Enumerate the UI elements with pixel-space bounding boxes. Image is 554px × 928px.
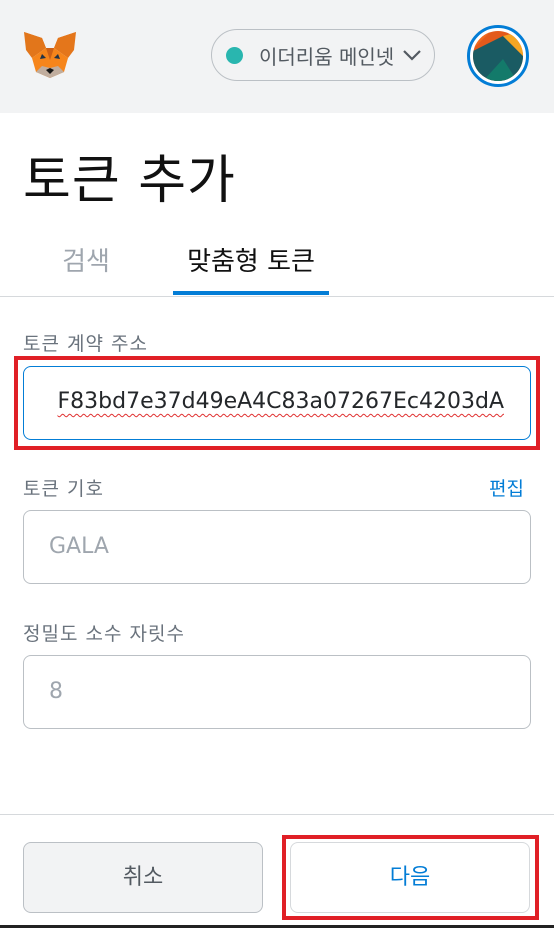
network-selector[interactable]: 이더리움 메인넷 [211, 29, 435, 81]
decimals-label: 정밀도 소수 자릿수 [23, 623, 185, 645]
token-address-value: F83bd7e37d49eA4C83a07267Ec4203dA [57, 389, 504, 414]
tab-custom-token[interactable]: 맞춤형 토큰 [173, 236, 329, 294]
footer-divider [0, 814, 554, 815]
next-button[interactable]: 다음 [290, 842, 530, 913]
symbol-edit-link[interactable]: 편집 [489, 474, 524, 501]
active-tab-indicator [173, 291, 329, 295]
network-label: 이더리움 메인넷 [259, 44, 395, 69]
chevron-down-icon [403, 50, 421, 61]
app-header: 이더리움 메인넷 [0, 0, 554, 113]
account-avatar-icon [473, 31, 523, 81]
tab-search[interactable]: 검색 [40, 236, 132, 294]
metamask-fox-icon [24, 32, 76, 78]
token-symbol-input[interactable]: GALA [23, 510, 531, 584]
symbol-label: 토큰 기호 [23, 478, 104, 500]
token-address-input[interactable]: F83bd7e37d49eA4C83a07267Ec4203dA [23, 366, 531, 440]
address-label: 토큰 계약 주소 [23, 333, 148, 355]
network-status-dot [226, 46, 243, 64]
token-decimals-input[interactable]: 8 [23, 655, 531, 729]
tab-bar: 검색 맞춤형 토큰 [0, 236, 554, 297]
page-title: 토큰 추가 [23, 151, 236, 211]
cancel-button[interactable]: 취소 [23, 842, 263, 913]
account-avatar[interactable] [467, 25, 529, 87]
